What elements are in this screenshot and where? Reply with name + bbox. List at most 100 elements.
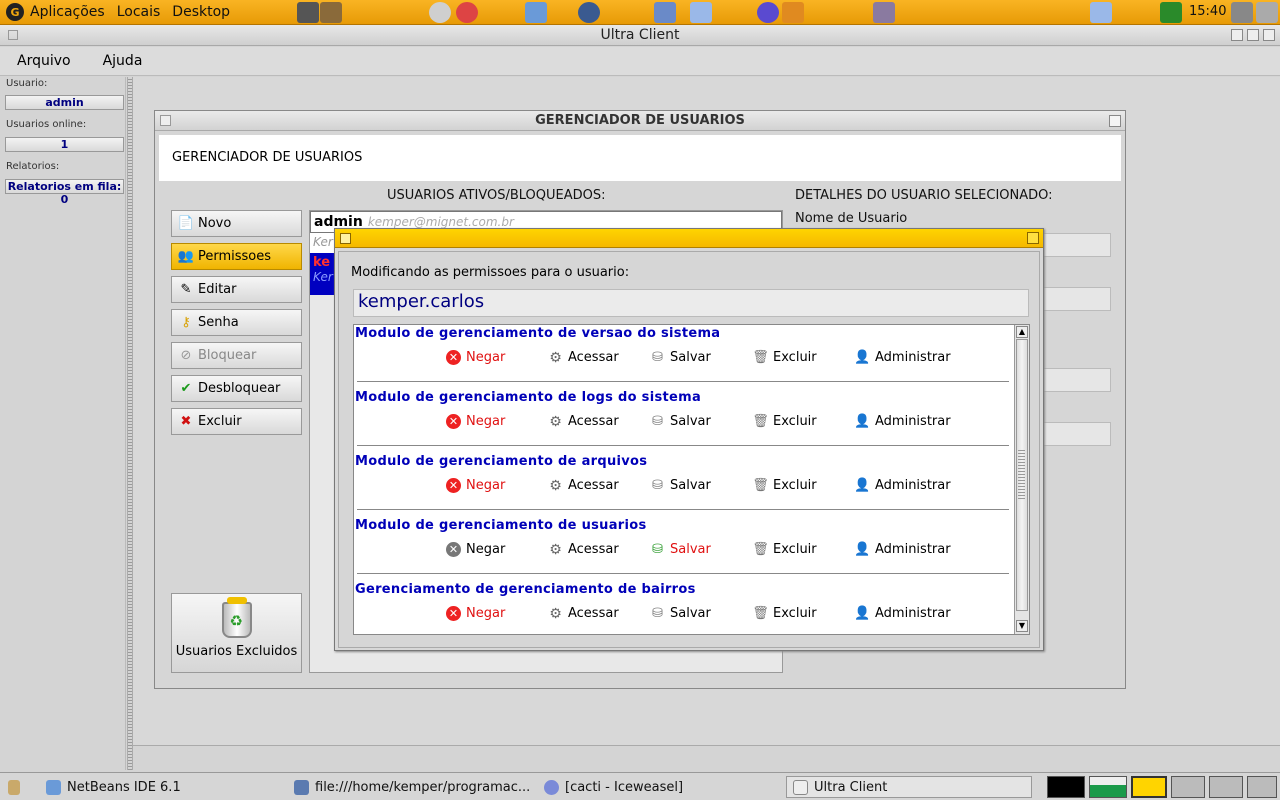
menu-arquivo[interactable]: Arquivo <box>10 50 78 72</box>
nome-usuario-field[interactable] <box>1043 233 1111 257</box>
firefox-icon[interactable] <box>757 2 779 23</box>
maximize-button[interactable] <box>1247 29 1259 41</box>
senha-label: Senha <box>198 315 239 330</box>
permission-excluir-option[interactable]: 🗑 Excluir <box>752 478 816 493</box>
permissions-titlebar <box>335 229 1043 248</box>
permission-acessar-option[interactable]: ⚙ Acessar <box>548 414 618 430</box>
detail-field-3[interactable] <box>1043 368 1111 392</box>
permission-label: Excluir <box>773 414 817 429</box>
desbloquear-label: Desbloquear <box>198 381 281 396</box>
menu-desktop[interactable]: Desktop <box>172 4 230 20</box>
permission-administrar-option[interactable]: 👤 Administrar <box>854 478 950 493</box>
mail-icon[interactable] <box>456 2 478 23</box>
usuarios-excluidos-button[interactable]: Usuarios Excluidos <box>171 593 302 673</box>
negar-icon: ✕ <box>446 414 461 429</box>
virtualbox-icon[interactable] <box>690 2 712 23</box>
module-title: Modulo de gerenciamento de arquivos <box>355 454 648 469</box>
module-row: Gerenciamento de gerenciamento de bairro… <box>354 581 1010 634</box>
permission-label: Negar <box>466 542 506 557</box>
detail-field-4[interactable] <box>1043 422 1111 446</box>
user-switch-icon[interactable] <box>1256 2 1278 23</box>
detail-field-2[interactable] <box>1043 287 1111 311</box>
nome-usuario-label: Nome de Usuario <box>795 211 908 226</box>
permission-administrar-option[interactable]: 👤 Administrar <box>854 414 950 429</box>
task-file-browser[interactable]: file:///home/kemper/programac... <box>288 776 536 798</box>
module-row: Modulo de gerenciamento de arquivos ✕ Nega… <box>354 453 1010 517</box>
permission-negar-option[interactable]: ✕ Negar <box>446 414 505 429</box>
task-netbeans[interactable]: NetBeans IDE 6.1 <box>40 776 282 798</box>
workspace-2[interactable] <box>1171 776 1205 798</box>
bloquear-button[interactable]: ⊘ Bloquear <box>171 342 302 369</box>
permission-salvar-option[interactable]: ⛁ Salvar <box>650 478 711 493</box>
task-iceweasel[interactable]: [cacti - Iceweasel] <box>538 776 782 798</box>
calculator-icon[interactable] <box>297 2 319 23</box>
novo-button[interactable]: 📄 Novo <box>171 210 302 237</box>
diamond-icon[interactable] <box>873 2 895 23</box>
people-icon[interactable] <box>782 2 804 23</box>
frame-icon[interactable] <box>160 115 171 126</box>
gnome-foot-icon[interactable]: G <box>6 3 24 21</box>
modules-scrollbar[interactable]: ▲ ▼ <box>1014 325 1029 634</box>
file-icon <box>294 779 309 795</box>
desbloquear-button[interactable]: ✔ Desbloquear <box>171 375 302 402</box>
permission-salvar-option[interactable]: ⛁ Salvar <box>650 542 711 557</box>
permission-label: Salvar <box>670 542 711 557</box>
permission-excluir-option[interactable]: 🗑 Excluir <box>752 350 816 365</box>
menu-ajuda[interactable]: Ajuda <box>96 50 150 72</box>
permission-excluir-option[interactable]: 🗑 Excluir <box>752 414 817 429</box>
permission-salvar-option[interactable]: ⛁ Salvar <box>650 606 711 621</box>
permission-excluir-option[interactable]: 🗑 Excluir <box>752 606 816 621</box>
permission-administrar-option[interactable]: 👤 Administrar <box>854 542 950 557</box>
clock[interactable]: 15:40 <box>1189 4 1226 19</box>
browser-icon[interactable] <box>578 2 600 23</box>
task-ultra-client[interactable]: Ultra Client <box>786 776 1032 798</box>
show-desktop-button[interactable] <box>2 776 26 798</box>
permission-excluir-option[interactable]: 🗑 Excluir <box>752 542 817 557</box>
permission-label: Excluir <box>773 542 817 557</box>
volume-icon[interactable] <box>1231 2 1253 23</box>
senha-button[interactable]: ⚷ Senha <box>171 309 302 336</box>
negar-icon: ✕ <box>446 350 461 365</box>
minimize-button[interactable] <box>1231 29 1243 41</box>
permission-negar-option[interactable]: ✕ Negar <box>446 478 505 493</box>
battery-icon[interactable] <box>1160 2 1182 23</box>
permission-acessar-option[interactable]: ⚙ Acessar <box>548 478 618 494</box>
permission-administrar-option[interactable]: 👤 Administrar <box>854 606 950 621</box>
menu-aplicacoes[interactable]: Aplicações <box>30 4 105 20</box>
window-menu-icon[interactable] <box>8 30 18 40</box>
cube-icon[interactable] <box>525 2 547 23</box>
excluir-button[interactable]: ✖ Excluir <box>171 408 302 435</box>
permission-negar-option[interactable]: ✕ Negar <box>446 542 505 557</box>
task-label: NetBeans IDE 6.1 <box>67 779 181 795</box>
permissoes-button[interactable]: 👥 Permissoes <box>171 243 302 270</box>
maximize-frame-button[interactable] <box>1109 115 1121 127</box>
excluir-icon: 🗑 <box>752 606 769 621</box>
workspace-3[interactable] <box>1209 776 1243 798</box>
permission-administrar-option[interactable]: 👤 Administrar <box>854 350 950 365</box>
permission-acessar-option[interactable]: ⚙ Acessar <box>548 350 618 366</box>
permission-acessar-option[interactable]: ⚙ Acessar <box>548 542 618 558</box>
editar-button[interactable]: ✎ Editar <box>171 276 302 303</box>
workspace-1[interactable] <box>1131 776 1167 798</box>
dialog-maximize-button[interactable] <box>1027 232 1039 244</box>
workspace-4[interactable] <box>1247 776 1277 798</box>
permission-negar-option[interactable]: ✕ Negar <box>446 606 505 621</box>
cpu-monitor[interactable] <box>1047 776 1085 798</box>
permission-negar-option[interactable]: ✕ Negar <box>446 350 505 365</box>
permission-acessar-option[interactable]: ⚙ Acessar <box>548 606 618 622</box>
book-icon[interactable] <box>320 2 342 23</box>
menu-locais[interactable]: Locais <box>117 4 161 20</box>
permission-salvar-option[interactable]: ⛁ Salvar <box>650 350 711 365</box>
online-value: 1 <box>5 137 124 152</box>
permission-salvar-option[interactable]: ⛁ Salvar <box>650 414 711 429</box>
netbeans-tray-icon[interactable] <box>1090 2 1112 23</box>
close-button[interactable] <box>1263 29 1275 41</box>
user-manager-title: GERENCIADOR DE USUARIOS <box>535 113 745 128</box>
scroll-down-arrow[interactable]: ▼ <box>1016 620 1028 632</box>
modules-list[interactable]: Gerenciamento de gerenciamento de bairro… <box>353 324 1030 635</box>
dialog-icon[interactable] <box>340 233 351 244</box>
disk-icon[interactable] <box>429 2 451 23</box>
memory-monitor[interactable] <box>1089 776 1127 798</box>
scroll-up-arrow[interactable]: ▲ <box>1016 326 1028 338</box>
network-icon[interactable] <box>654 2 676 23</box>
